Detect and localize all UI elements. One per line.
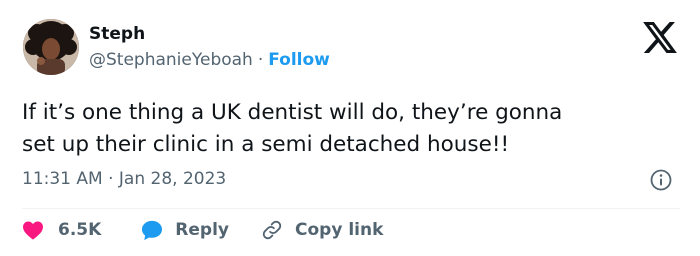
tweet-card: Steph @StephanieYeboah · Follow If it’s on… [0, 0, 700, 256]
copy-link-label: Copy link [295, 220, 384, 240]
link-icon [261, 219, 283, 241]
tweet-timestamp[interactable]: 11:31 AM · Jan 28, 2023 [22, 168, 226, 190]
like-button[interactable]: 6.5K [22, 220, 101, 240]
action-bar: 6.5K Reply Copy link [22, 215, 383, 245]
reply-label: Reply [175, 220, 229, 240]
copy-link-button[interactable]: Copy link [261, 219, 383, 241]
avatar-image [23, 19, 79, 75]
author-meta: @StephanieYeboah · Follow [89, 50, 330, 70]
reply-button[interactable]: Reply [141, 220, 229, 241]
tweet-text: If it’s one thing a UK dentist will do, … [22, 100, 563, 157]
author-handle[interactable]: @StephanieYeboah [89, 50, 253, 70]
follow-button[interactable]: Follow [268, 50, 330, 70]
x-logo-icon[interactable] [643, 22, 677, 53]
separator-dot: · [257, 50, 264, 70]
like-count: 6.5K [58, 220, 102, 240]
avatar[interactable] [23, 19, 79, 75]
heart-icon [22, 220, 44, 240]
speech-bubble-icon [141, 220, 163, 241]
divider [22, 208, 680, 209]
info-icon[interactable] [649, 168, 673, 192]
author-name[interactable]: Steph [89, 24, 145, 44]
